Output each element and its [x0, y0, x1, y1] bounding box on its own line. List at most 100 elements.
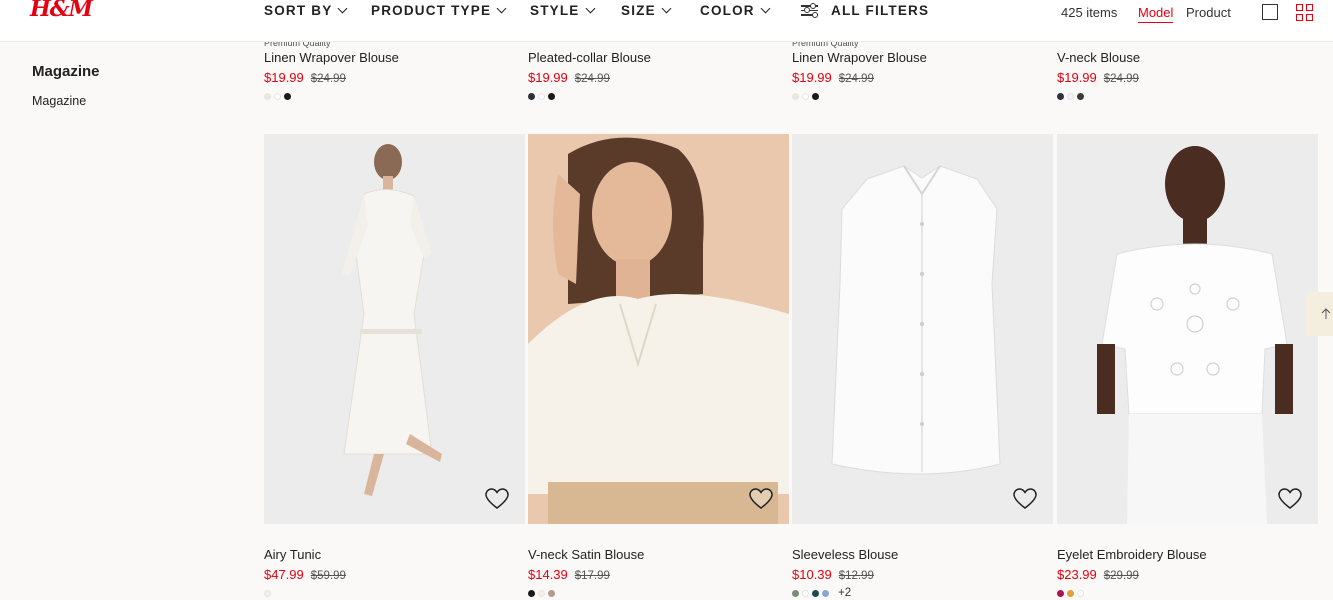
color-swatches [1057, 90, 1318, 102]
color-swatches [264, 587, 525, 599]
color-swatch[interactable] [1057, 589, 1064, 597]
product-card[interactable]: Premium Quality Linen Wrapover Blouse $1… [264, 38, 525, 102]
product-image[interactable] [264, 134, 525, 524]
color-label: COLOR [700, 3, 755, 18]
chevron-down-icon [760, 3, 771, 13]
style-dropdown[interactable]: STYLE [530, 3, 595, 18]
color-swatch[interactable] [792, 92, 799, 100]
color-swatch[interactable] [264, 92, 271, 100]
color-swatch[interactable] [792, 589, 799, 597]
color-swatch[interactable] [822, 589, 829, 597]
grid-view-icon[interactable] [1296, 4, 1313, 21]
original-price: $24.99 [574, 73, 610, 85]
sale-price: $47.99 [264, 567, 304, 582]
brand-logo[interactable]: H&M [30, 0, 93, 22]
all-filters-label: ALL FILTERS [831, 3, 930, 18]
product-card[interactable]: V-neck Satin Blouse $14.39 $17.99 [528, 546, 789, 599]
back-to-top-button[interactable] [1305, 292, 1333, 336]
product-card[interactable]: Airy Tunic $47.99 $59.99 [264, 546, 525, 599]
arrow-up-icon [1321, 308, 1331, 319]
view-product-toggle[interactable]: Product [1186, 5, 1231, 20]
original-price: $29.99 [1103, 570, 1139, 582]
product-type-label: PRODUCT TYPE [371, 3, 492, 18]
color-swatches: +2 [792, 587, 1053, 599]
color-swatch[interactable] [284, 92, 291, 100]
color-swatches [528, 587, 789, 599]
color-swatch[interactable] [812, 589, 819, 597]
color-dropdown[interactable]: COLOR [700, 3, 771, 18]
product-name[interactable]: Airy Tunic [264, 546, 525, 564]
sale-price: $14.39 [528, 567, 568, 582]
eyelet-embroidery-blouse-photo [1057, 134, 1318, 524]
size-label: SIZE [621, 3, 656, 18]
color-swatch[interactable] [548, 589, 555, 597]
sale-price: $23.99 [1057, 567, 1097, 582]
product-image[interactable] [528, 134, 789, 524]
sale-price: $19.99 [528, 70, 568, 85]
color-swatch[interactable] [528, 589, 535, 597]
product-name[interactable]: Linen Wrapover Blouse [264, 49, 525, 67]
original-price: $17.99 [574, 570, 610, 582]
color-swatches [792, 90, 1053, 102]
product-name[interactable]: Eyelet Embroidery Blouse [1057, 546, 1318, 564]
color-swatch[interactable] [274, 92, 281, 100]
color-swatch[interactable] [802, 92, 809, 100]
product-card[interactable]: Sleeveless Blouse $10.39 $12.99 +2 [792, 546, 1053, 599]
more-colors-count: +2 [838, 587, 852, 599]
original-price: $59.99 [310, 570, 346, 582]
color-swatch[interactable] [1057, 92, 1064, 100]
product-card[interactable]: Eyelet Embroidery Blouse $23.99 $29.99 [1057, 546, 1318, 599]
color-swatches [1057, 587, 1318, 599]
single-column-view-icon[interactable] [1262, 4, 1278, 20]
product-card[interactable]: Premium Quality Linen Wrapover Blouse $1… [792, 38, 1053, 102]
chevron-down-icon [337, 3, 348, 13]
color-swatch[interactable] [264, 589, 271, 597]
color-swatch[interactable] [1067, 589, 1074, 597]
color-swatch[interactable] [1077, 92, 1084, 100]
product-card[interactable]: V-neck Blouse $19.99 $24.99 [1057, 38, 1318, 102]
product-type-dropdown[interactable]: PRODUCT TYPE [371, 3, 507, 18]
sale-price: $19.99 [792, 70, 832, 85]
sort-by-dropdown[interactable]: SORT BY [264, 3, 348, 18]
product-image[interactable] [792, 134, 1053, 524]
v-neck-satin-blouse-photo [528, 134, 789, 524]
color-swatch[interactable] [528, 92, 535, 100]
heart-icon[interactable] [1278, 488, 1302, 510]
sale-price: $10.39 [792, 567, 832, 582]
style-label: STYLE [530, 3, 580, 18]
product-name[interactable]: V-neck Satin Blouse [528, 546, 789, 564]
heart-icon[interactable] [749, 488, 773, 510]
size-dropdown[interactable]: SIZE [621, 3, 672, 18]
color-swatch[interactable] [548, 92, 555, 100]
sale-price: $19.99 [1057, 70, 1097, 85]
chevron-down-icon [496, 3, 507, 13]
product-name[interactable]: Pleated-collar Blouse [528, 49, 789, 67]
original-price: $24.99 [310, 73, 346, 85]
heart-icon[interactable] [1013, 488, 1037, 510]
color-swatches [528, 90, 789, 102]
color-swatches [264, 90, 525, 102]
view-model-toggle[interactable]: Model [1138, 5, 1174, 23]
product-name[interactable]: Linen Wrapover Blouse [792, 49, 1053, 67]
color-swatch[interactable] [1077, 589, 1084, 597]
sale-price: $19.99 [264, 70, 304, 85]
color-swatch[interactable] [538, 92, 545, 100]
airy-tunic-photo [264, 134, 525, 524]
product-card[interactable]: Pleated-collar Blouse $19.99 $24.99 [528, 38, 789, 102]
product-name[interactable]: V-neck Blouse [1057, 49, 1318, 67]
sleeveless-blouse-photo [792, 134, 1053, 524]
sidebar-item-magazine[interactable]: Magazine [32, 94, 86, 108]
chevron-down-icon [661, 3, 672, 13]
item-count: 425 items [1061, 5, 1118, 20]
color-swatch[interactable] [812, 92, 819, 100]
sliders-icon [801, 3, 818, 17]
chevron-down-icon [585, 3, 595, 13]
product-image[interactable] [1057, 134, 1318, 524]
heart-icon[interactable] [485, 488, 509, 510]
product-name[interactable]: Sleeveless Blouse [792, 546, 1053, 564]
color-swatch[interactable] [802, 589, 809, 597]
color-swatch[interactable] [1067, 92, 1074, 100]
original-price: $24.99 [838, 73, 874, 85]
color-swatch[interactable] [538, 589, 545, 597]
all-filters-button[interactable]: ALL FILTERS [801, 3, 929, 18]
